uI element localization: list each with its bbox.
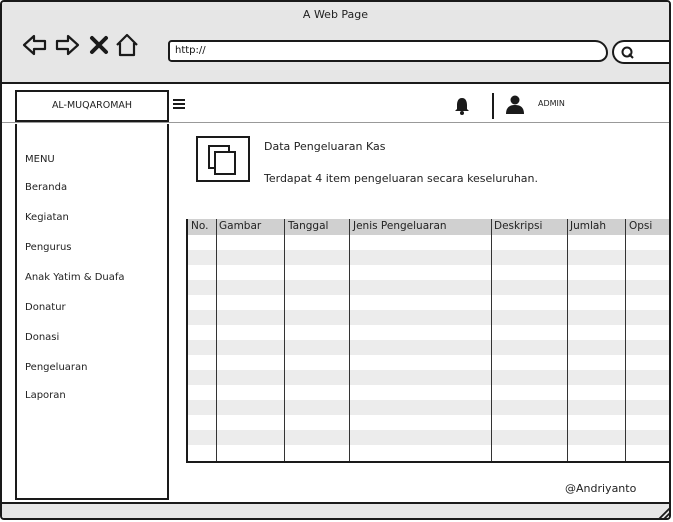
url-field[interactable]: http:// — [168, 40, 608, 62]
window-title: A Web Page — [302, 8, 369, 21]
header-divider — [492, 93, 494, 119]
sidebar: MENU Beranda Kegiatan Pengurus Anak Yati… — [15, 124, 169, 500]
column-header-opsi: Opsi — [629, 220, 653, 232]
home-icon[interactable] — [114, 32, 140, 58]
footer-credit: @Andriyanto — [565, 482, 637, 495]
column-divider — [491, 219, 492, 461]
column-divider — [567, 219, 568, 461]
user-name[interactable]: ADMIN — [538, 99, 565, 108]
user-avatar-icon[interactable] — [504, 95, 526, 115]
table-row — [188, 400, 669, 415]
hamburger-menu-icon[interactable] — [173, 98, 185, 110]
sidebar-item-pengurus[interactable]: Pengurus — [25, 242, 72, 253]
column-header-deskripsi: Deskripsi — [494, 220, 543, 232]
brand-logo[interactable]: AL-MUQAROMAH — [15, 90, 169, 122]
column-header-gambar: Gambar — [219, 220, 262, 232]
sidebar-heading: MENU — [25, 154, 55, 165]
topbar-divider — [2, 122, 669, 123]
bell-icon[interactable] — [454, 97, 470, 115]
sidebar-item-laporan[interactable]: Laporan — [25, 390, 66, 401]
table-row — [188, 370, 669, 385]
expense-table: No. Gambar Tanggal Jenis Pengeluaran Des… — [186, 219, 669, 463]
page-title: Data Pengeluaran Kas — [264, 140, 386, 153]
table-row — [188, 250, 669, 265]
browser-window: A Web Page http:// AL-MUQAROMAH ADMIN ME… — [0, 0, 671, 520]
page-description: Terdapat 4 item pengeluaran secara kesel… — [264, 172, 539, 185]
status-bar — [2, 502, 669, 518]
sidebar-item-anak-yatim[interactable]: Anak Yatim & Duafa — [25, 272, 125, 283]
sidebar-item-pengeluaran[interactable]: Pengeluaran — [25, 362, 88, 373]
sidebar-item-beranda[interactable]: Beranda — [25, 182, 67, 193]
column-header-jumlah: Jumlah — [570, 220, 606, 232]
column-header-tanggal: Tanggal — [288, 220, 329, 232]
copy-icon — [208, 145, 236, 175]
close-icon[interactable] — [86, 32, 112, 58]
column-header-no: No. — [191, 220, 209, 232]
column-divider — [284, 219, 285, 461]
column-divider — [349, 219, 350, 461]
sidebar-item-donasi[interactable]: Donasi — [25, 332, 59, 343]
column-divider — [625, 219, 626, 461]
sidebar-item-donatur[interactable]: Donatur — [25, 302, 66, 313]
back-arrow-icon[interactable] — [22, 32, 48, 58]
table-row — [188, 430, 669, 445]
forward-arrow-icon[interactable] — [54, 32, 80, 58]
column-header-jenis: Jenis Pengeluaran — [353, 220, 447, 232]
column-divider — [216, 219, 217, 461]
page-card-icon — [196, 136, 250, 182]
search-icon — [621, 46, 634, 59]
browser-toolbar: A Web Page http:// — [2, 2, 669, 84]
resize-handle-icon[interactable] — [657, 506, 671, 520]
table-row — [188, 340, 669, 355]
search-button[interactable] — [612, 40, 669, 64]
table-row — [188, 310, 669, 325]
sidebar-item-kegiatan[interactable]: Kegiatan — [25, 212, 69, 223]
table-row — [188, 280, 669, 295]
